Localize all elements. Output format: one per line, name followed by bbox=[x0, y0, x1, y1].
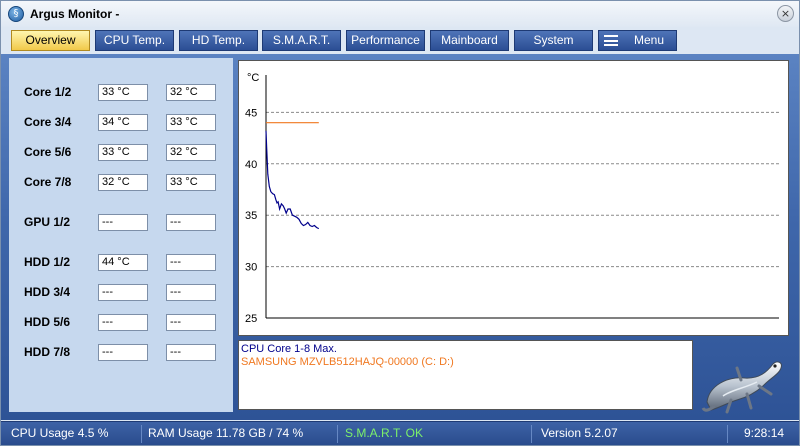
sensor-value-hdd-7: --- bbox=[98, 344, 148, 361]
temperature-graph: °C 45 40 35 30 25 bbox=[238, 60, 789, 336]
legend-item-cpu: CPU Core 1-8 Max. bbox=[241, 343, 337, 355]
sensor-value-hdd-8: --- bbox=[166, 344, 216, 361]
sensor-value-hdd-1: 44 °C bbox=[98, 254, 148, 271]
smart-status[interactable]: S.M.A.R.T. OK bbox=[345, 426, 423, 440]
app-logo-icon: § bbox=[8, 6, 24, 22]
sensor-value-core-2: 32 °C bbox=[166, 84, 216, 101]
y-tick-label-30: 30 bbox=[245, 262, 257, 274]
title-bar[interactable]: § Argus Monitor - × bbox=[1, 1, 799, 27]
sensor-value-core-4: 33 °C bbox=[166, 114, 216, 131]
sensor-label-core-7-8: Core 7/8 bbox=[24, 175, 72, 189]
overview-content: Core 1/2 33 °C 32 °C Core 3/4 34 °C 33 °… bbox=[1, 54, 799, 420]
sensor-label-hdd-1-2: HDD 1/2 bbox=[24, 255, 71, 269]
menu-label: Menu bbox=[634, 33, 665, 47]
hamburger-icon bbox=[604, 35, 618, 46]
sensor-value-hdd-4: --- bbox=[166, 284, 216, 301]
tab-menu[interactable]: Menu bbox=[598, 30, 677, 51]
y-tick-label-40: 40 bbox=[245, 159, 257, 171]
sensor-label-core-1-2: Core 1/2 bbox=[24, 85, 72, 99]
window-title: Argus Monitor - bbox=[30, 7, 120, 21]
sensor-value-core-6: 32 °C bbox=[166, 144, 216, 161]
series-line-cpu bbox=[265, 130, 320, 230]
tab-mainboard[interactable]: Mainboard bbox=[430, 30, 509, 51]
sensor-value-hdd-2: --- bbox=[166, 254, 216, 271]
legend-item-ssd: SAMSUNG MZVLB512HAJQ-00000 (C: D:) bbox=[241, 356, 454, 368]
sensor-value-core-7: 32 °C bbox=[98, 174, 148, 191]
tab-smart[interactable]: S.M.A.R.T. bbox=[262, 30, 341, 51]
main-window: § Argus Monitor - × Overview CPU Temp. H… bbox=[0, 0, 800, 446]
version-status: Version 5.2.07 bbox=[541, 426, 618, 440]
sensor-value-gpu-2: --- bbox=[166, 214, 216, 231]
graph-unit-label: °C bbox=[247, 72, 259, 84]
sensor-label-hdd-5-6: HDD 5/6 bbox=[24, 315, 71, 329]
sensor-label-core-3-4: Core 3/4 bbox=[24, 115, 72, 129]
sensor-value-core-1: 33 °C bbox=[98, 84, 148, 101]
sensor-value-core-8: 33 °C bbox=[166, 174, 216, 191]
sensor-value-gpu-1: --- bbox=[98, 214, 148, 231]
sensor-label-gpu-1-2: GPU 1/2 bbox=[24, 215, 71, 229]
lizard-logo-icon bbox=[701, 361, 782, 414]
sensor-label-hdd-3-4: HDD 3/4 bbox=[24, 285, 71, 299]
clock-status: 9:28:14 bbox=[744, 426, 785, 440]
status-bar: CPU Usage 4.5 % RAM Usage 11.78 GB / 74 … bbox=[1, 421, 799, 445]
tab-hd-temp[interactable]: HD Temp. bbox=[179, 30, 258, 51]
sensor-label-hdd-7-8: HDD 7/8 bbox=[24, 345, 71, 359]
sensor-value-hdd-5: --- bbox=[98, 314, 148, 331]
y-tick-label-35: 35 bbox=[245, 210, 257, 222]
y-tick-label-25: 25 bbox=[245, 313, 257, 325]
tab-system[interactable]: System bbox=[514, 30, 593, 51]
tab-overview[interactable]: Overview bbox=[11, 30, 90, 51]
temperature-graph-svg: °C 45 40 35 30 25 bbox=[245, 72, 779, 325]
cpu-usage-status: CPU Usage 4.5 % bbox=[11, 426, 109, 440]
sensor-panel: Core 1/2 33 °C 32 °C Core 3/4 34 °C 33 °… bbox=[9, 58, 233, 412]
sensor-value-hdd-3: --- bbox=[98, 284, 148, 301]
sensor-value-hdd-6: --- bbox=[166, 314, 216, 331]
graph-legend: CPU Core 1-8 Max. SAMSUNG MZVLB512HAJQ-0… bbox=[238, 340, 693, 410]
ram-usage-status: RAM Usage 11.78 GB / 74 % bbox=[148, 426, 304, 440]
tab-cpu-temp[interactable]: CPU Temp. bbox=[95, 30, 174, 51]
close-button[interactable]: × bbox=[777, 5, 794, 22]
sensor-value-core-5: 33 °C bbox=[98, 144, 148, 161]
sensor-value-core-3: 34 °C bbox=[98, 114, 148, 131]
sensor-label-core-5-6: Core 5/6 bbox=[24, 145, 72, 159]
y-tick-label-45: 45 bbox=[245, 107, 257, 119]
tab-performance[interactable]: Performance bbox=[346, 30, 425, 51]
